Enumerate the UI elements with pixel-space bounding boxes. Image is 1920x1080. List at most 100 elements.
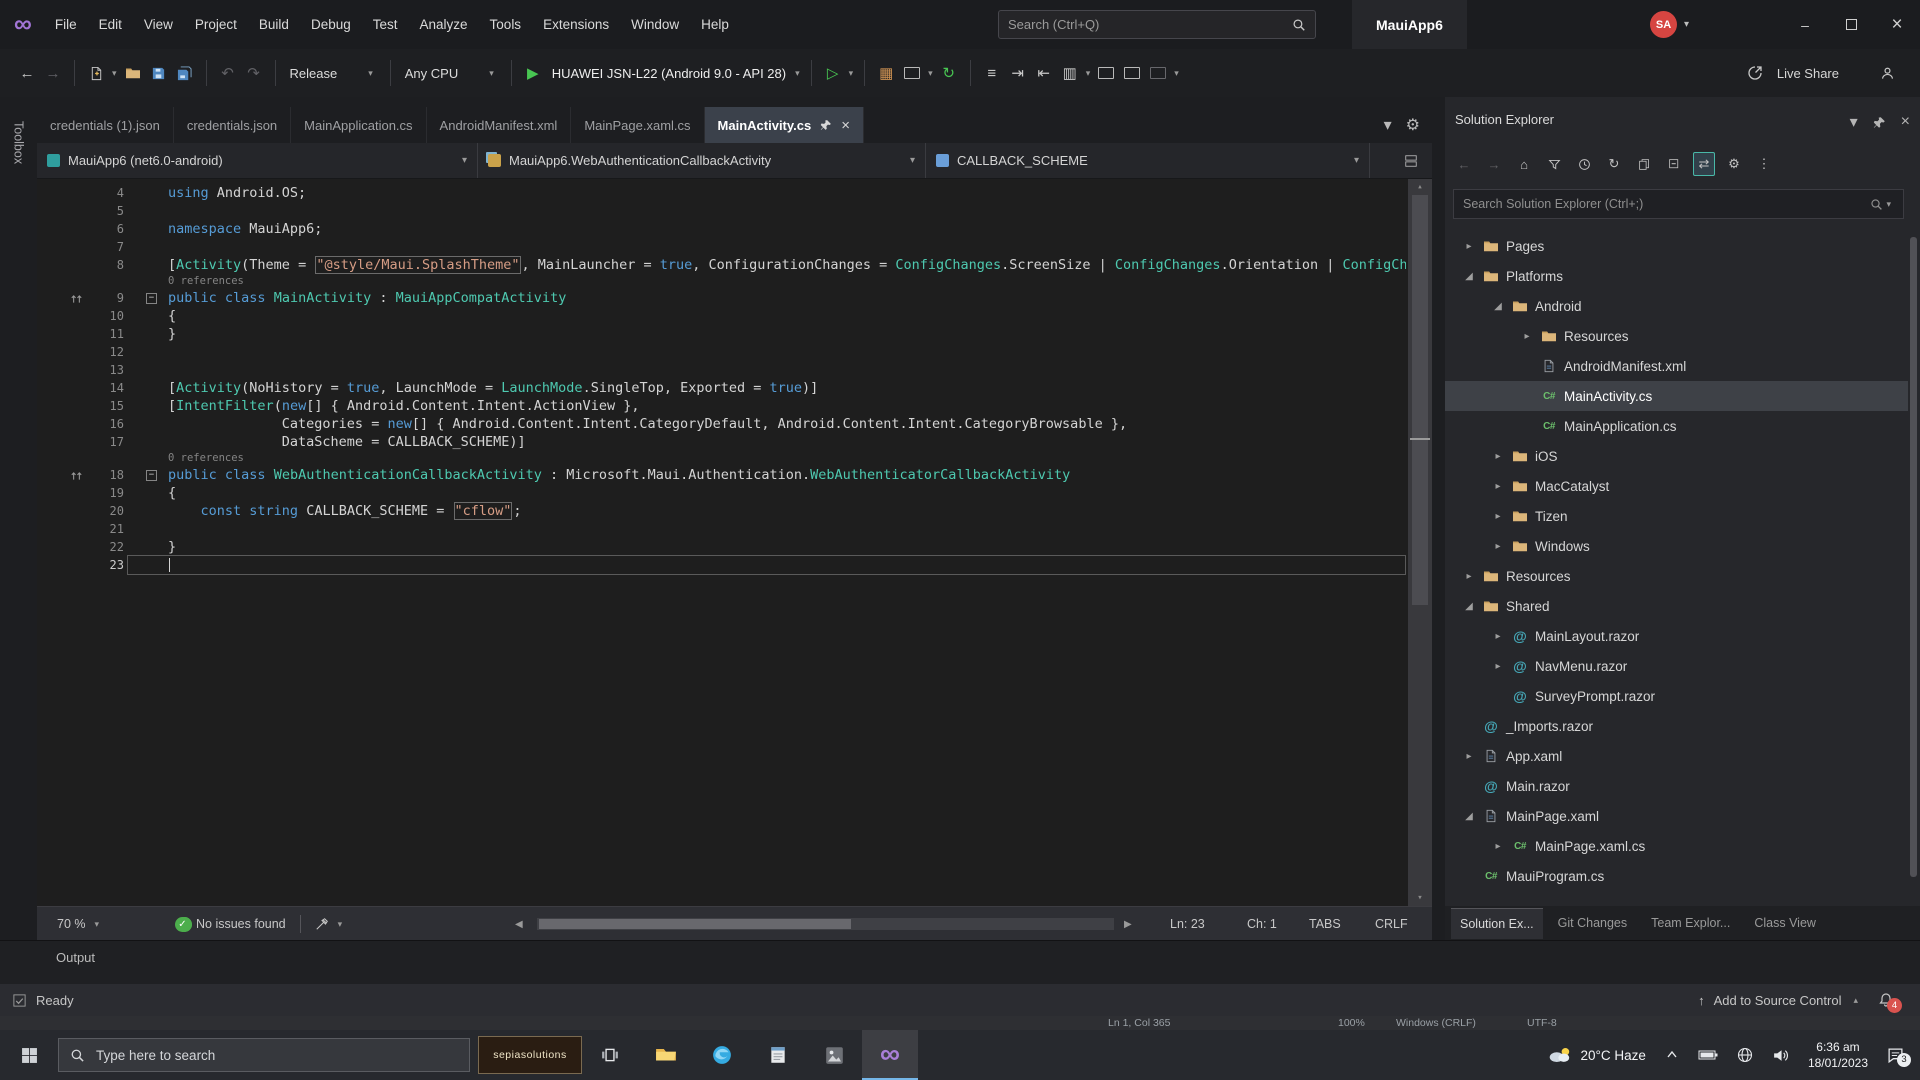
breadcrumb-dropdown-1[interactable]: MauiApp6.WebAuthenticationCallbackActivi… [478,143,926,178]
tree-collapsed-icon[interactable]: ▸ [1488,511,1508,522]
menu-item-project[interactable]: Project [184,17,248,32]
tree-item-surveyprompt-razor[interactable]: @ SurveyPrompt.razor [1445,681,1908,711]
navigate-forward-icon[interactable]: → [40,59,66,87]
se-forward-icon[interactable]: → [1483,152,1505,176]
home-icon[interactable]: ⌂ [1513,152,1535,176]
tree-expanded-icon[interactable]: ◢ [1488,301,1508,312]
network-globe-icon[interactable] [1737,1047,1753,1063]
solution-explorer-search[interactable]: Search Solution Explorer (Ctrl+;) ▾ [1453,189,1904,219]
tree-item-mainpage-xaml[interactable]: ◢ MainPage.xaml [1445,801,1908,831]
menu-item-debug[interactable]: Debug [300,17,362,32]
tree-item-resources[interactable]: ▸ Resources [1445,321,1908,351]
code-cleanup-icon[interactable] [315,917,329,931]
new-item-caret-icon[interactable]: ▾ [112,68,117,79]
menu-item-help[interactable]: Help [690,17,740,32]
performance-profiler-icon[interactable] [899,59,925,87]
tree-item-mauiprogram-cs[interactable]: C# MauiProgram.cs [1445,861,1908,891]
tree-item-mainactivity-cs[interactable]: C# MainActivity.cs [1445,381,1908,411]
tab-credentials-json[interactable]: credentials.json [174,107,292,143]
chevron-up-icon[interactable]: ▴ [1853,995,1858,1006]
scroll-up-icon[interactable]: ▴ [1408,182,1432,192]
tree-item-main-razor[interactable]: @ Main.razor [1445,771,1908,801]
panel-splitter[interactable] [1432,97,1445,940]
tab-list-caret-icon[interactable]: ▾ [1384,115,1392,135]
chevron-down-icon[interactable]: ▾ [849,68,854,79]
chevron-down-icon[interactable]: ▾ [928,68,933,79]
save-icon[interactable] [146,59,172,87]
tree-item-tizen[interactable]: ▸ Tizen [1445,501,1908,531]
se-back-icon[interactable]: ← [1453,152,1475,176]
menu-item-test[interactable]: Test [362,17,409,32]
tree-expanded-icon[interactable]: ◢ [1459,811,1479,822]
indent-icon[interactable]: ⇥ [1005,59,1031,87]
refresh-icon[interactable]: ↻ [1603,152,1625,176]
chevron-down-icon[interactable]: ▾ [1086,68,1091,79]
menu-item-edit[interactable]: Edit [88,17,133,32]
filter-icon[interactable] [1543,152,1565,176]
tree-collapsed-icon[interactable]: ▸ [1459,751,1479,762]
breadcrumb-dropdown-2[interactable]: CALLBACK_SCHEME ▾ [926,143,1370,178]
tree-item-mainapplication-cs[interactable]: C# MainApplication.cs [1445,411,1908,441]
tray-chevron-up-icon[interactable] [1665,1048,1679,1062]
solution-configuration-select[interactable]: Release ▾ [284,59,382,87]
chevron-down-icon[interactable]: ▾ [338,919,343,930]
device-monitor-icon[interactable] [1093,59,1119,87]
menu-item-window[interactable]: Window [620,17,690,32]
tree-item-mainpage-xaml-cs[interactable]: ▸ C# MainPage.xaml.cs [1445,831,1908,861]
tree-collapsed-icon[interactable]: ▸ [1488,541,1508,552]
feedback-icon[interactable] [1874,59,1900,87]
tree-item-platforms[interactable]: ◢ Platforms [1445,261,1908,291]
collapse-all-icon[interactable] [1663,152,1685,176]
code-editor[interactable]: 4 using Android.OS; 5 6 namespace MauiApp6; 7… [37,179,1432,906]
tree-collapsed-icon[interactable]: ▸ [1488,631,1508,642]
pin-icon[interactable] [820,119,832,131]
editor-vertical-scrollbar[interactable]: ▴ ▾ [1408,179,1432,906]
tool-tab-class-view[interactable]: Class View [1745,908,1825,938]
tree-collapsed-icon[interactable]: ▸ [1459,241,1479,252]
task-view-icon[interactable] [582,1030,638,1080]
start-debugging-icon[interactable]: ▶ [520,59,546,87]
tree-collapsed-icon[interactable]: ▸ [1517,331,1537,342]
tree-item-imports-razor[interactable]: @ _Imports.razor [1445,711,1908,741]
photos-app-icon[interactable] [806,1030,862,1080]
comment-icon[interactable]: ▥ [1057,59,1083,87]
account-caret-icon[interactable]: ▾ [1684,19,1689,30]
tree-expanded-icon[interactable]: ◢ [1459,271,1479,282]
volume-icon[interactable] [1772,1047,1789,1064]
tool-tab-team-explor[interactable]: Team Explor... [1642,908,1739,938]
notepad-app-icon[interactable] [750,1030,806,1080]
build-icon[interactable]: ▦ [873,59,899,87]
chevron-down-icon[interactable]: ▾ [1174,68,1179,79]
outdent-icon[interactable]: ⇤ [1031,59,1057,87]
tree-item-androidmanifest-xml[interactable]: AndroidManifest.xml [1445,351,1908,381]
new-item-icon[interactable] [83,59,109,87]
tab-options-gear-icon[interactable]: ⚙ [1406,115,1420,135]
window-position-caret-icon[interactable]: ▾ [1850,112,1858,132]
scrollbar-thumb[interactable] [1412,195,1428,605]
properties-wrench-icon[interactable]: ⚙ [1723,152,1745,176]
weather-widget[interactable]: 20°C Haze [1547,1046,1646,1064]
run-target-label[interactable]: HUAWEI JSN-L22 (Android 9.0 - API 28) [552,66,786,81]
tree-item-android[interactable]: ◢ Android [1445,291,1908,321]
tree-collapsed-icon[interactable]: ▸ [1488,841,1508,852]
battery-icon[interactable] [1698,1049,1718,1061]
action-center-icon[interactable]: 3 [1887,1047,1911,1067]
show-whitespace-icon[interactable]: ≡ [979,59,1005,87]
tree-collapsed-icon[interactable]: ▸ [1488,481,1508,492]
redo-icon[interactable]: ↷ [241,59,267,87]
maximize-button[interactable] [1828,0,1874,49]
tree-item-app-xaml[interactable]: ▸ App.xaml [1445,741,1908,771]
tab-mainactivity-cs[interactable]: MainActivity.cs × [704,107,864,143]
output-panel-title[interactable]: Output [56,950,95,965]
overflow-icon[interactable]: ⋮ [1753,152,1775,176]
tree-item-resources[interactable]: ▸ Resources [1445,561,1908,591]
pending-changes-icon[interactable] [1573,152,1595,176]
pin-icon[interactable] [1873,116,1886,129]
tab-mainpage-xaml-cs[interactable]: MainPage.xaml.cs [571,107,705,143]
file-explorer-icon[interactable] [638,1030,694,1080]
solution-explorer-scrollbar[interactable] [1910,237,1917,877]
tab-androidmanifest-xml[interactable]: AndroidManifest.xml [427,107,572,143]
live-share-icon[interactable] [1742,59,1768,87]
run-target-caret-icon[interactable]: ▾ [795,68,800,79]
split-window-icon[interactable] [1404,143,1432,178]
